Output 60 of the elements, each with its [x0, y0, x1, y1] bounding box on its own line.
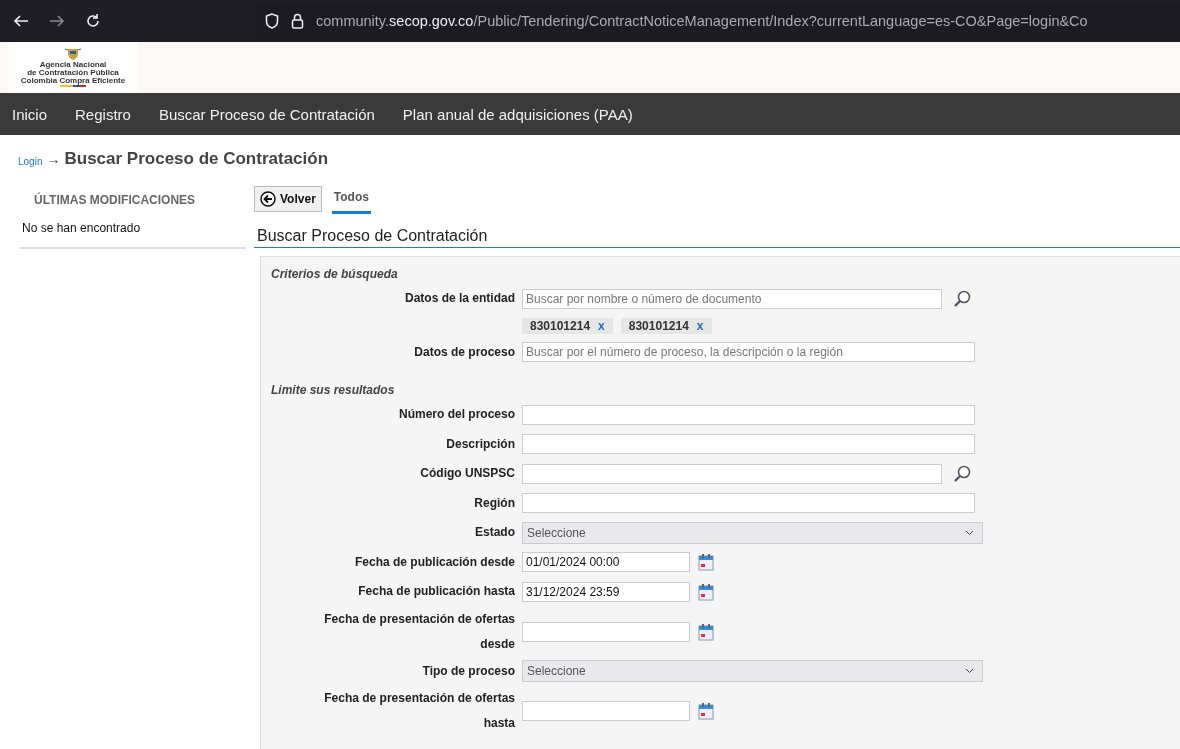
sidebar-empty-text: No se han encontrado [20, 219, 246, 249]
caret-icon [965, 529, 974, 536]
logo-text: Agencia Nacional de Contratación Pública Colombia Compra Eficiente [20, 60, 126, 85]
breadcrumb-link[interactable]: Login [18, 155, 43, 167]
field-label: Datos de la entidad [403, 290, 516, 308]
remove-tag-link[interactable]: x [598, 318, 605, 333]
tab[interactable]: Todos [331, 184, 371, 214]
sidebar-title: ÚLTIMAS MODIFICACIONES [33, 191, 197, 209]
field-label: Fecha de presentación de ofertas hasta [323, 690, 516, 732]
date-field[interactable]: 01/01/2024 00:00 [522, 552, 690, 573]
group-title: Limite sus resultados [271, 382, 396, 399]
date-field[interactable]: 31/12/2024 23:59 [522, 581, 690, 602]
input-field[interactable] [522, 404, 975, 425]
forward-icon[interactable] [48, 14, 66, 28]
field-label: Número del proceso [397, 406, 516, 424]
input-field[interactable] [522, 493, 975, 514]
group-title: Criterios de búsqueda [271, 266, 399, 283]
caret-icon [965, 668, 974, 675]
page-title: Buscar Proceso de Contratación [64, 149, 329, 169]
lock-icon [291, 13, 304, 29]
filter-tag: 830101214 x [522, 317, 613, 334]
input-field[interactable] [522, 434, 975, 455]
date-field[interactable] [522, 621, 690, 642]
remove-tag-link[interactable]: x [696, 318, 704, 333]
input-field[interactable]: Buscar por nombre o número de documento [522, 288, 942, 309]
calendar-icon[interactable] [698, 702, 714, 720]
flag-stripe [60, 84, 86, 87]
field-label: Tipo de proceso [421, 662, 516, 680]
calendar-icon[interactable] [698, 622, 714, 641]
reload-icon[interactable] [84, 13, 102, 29]
shield-icon [265, 13, 279, 29]
filter-tag: 830101214 x [620, 317, 712, 334]
breadcrumb-arrow: → [46, 151, 61, 167]
dropdown[interactable]: Seleccione [522, 521, 983, 544]
calendar-icon[interactable] [698, 582, 714, 601]
crest-icon [65, 46, 81, 61]
back-arrow-icon [260, 191, 276, 207]
nav-link[interactable]: Inicio [4, 105, 56, 123]
field-label: Datos de proceso [413, 343, 516, 361]
search-icon[interactable] [953, 464, 971, 483]
field-label: Código UNSPSC [419, 465, 516, 483]
input-field[interactable]: Buscar por el número de proceso, la descripción o la región [522, 342, 975, 363]
dropdown[interactable]: Seleccione [522, 660, 983, 683]
calendar-icon[interactable] [698, 553, 714, 572]
input-field[interactable] [522, 463, 942, 484]
section-title: Buscar Proceso de Contratación [254, 227, 1180, 248]
url-text: community.secop.gov.co/Public/Tendering/ContractNoticeManagement/Index?currentLanguage=es-CO&Page=login&Co [316, 13, 1088, 29]
nav-link[interactable]: Plan anual de adquisiciones (PAA) [394, 105, 641, 123]
back-button[interactable]: Volver [254, 186, 322, 212]
back-icon[interactable] [12, 14, 30, 28]
nav-link[interactable]: Registro [67, 105, 139, 123]
field-label: Fecha de presentación de ofertas desde [323, 610, 516, 653]
field-label: Descripción [445, 435, 516, 453]
search-icon[interactable] [953, 289, 971, 308]
field-label: Estado [474, 524, 516, 542]
nav-link[interactable]: Buscar Proceso de Contratación [150, 105, 383, 123]
field-label: Región [473, 494, 516, 512]
date-field[interactable] [522, 701, 690, 721]
field-label: Fecha de publicación desde [353, 553, 516, 571]
field-label: Fecha de publicación hasta [357, 583, 516, 601]
